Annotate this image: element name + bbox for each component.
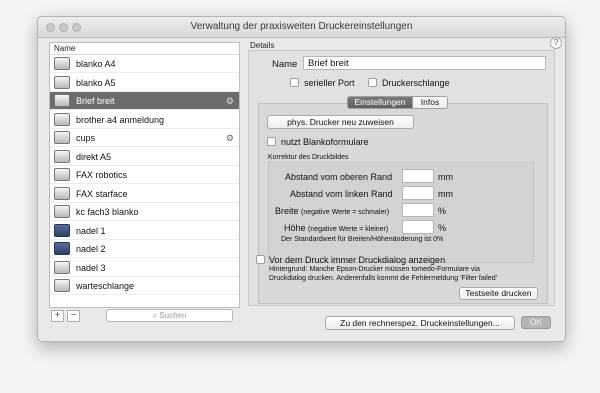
computer-settings-button[interactable]: Zu den rechnerspez. Druckeinstellungen..… bbox=[325, 316, 515, 330]
list-item[interactable]: warteschlange bbox=[50, 277, 239, 295]
help-button[interactable]: ? bbox=[550, 37, 562, 49]
list-header-name[interactable]: Name bbox=[50, 43, 239, 55]
list-item[interactable]: FAX starface bbox=[50, 185, 239, 203]
serial-port-checkbox[interactable] bbox=[290, 78, 299, 87]
details-section-label: Details bbox=[250, 41, 275, 50]
list-item-label: cups bbox=[76, 133, 96, 143]
name-value: Brief breit bbox=[308, 58, 349, 69]
width-label: Breite bbox=[275, 206, 299, 216]
height-unit: % bbox=[438, 223, 447, 233]
list-item-label: Brief breit bbox=[76, 96, 115, 106]
assign-printer-button[interactable]: phys. Drucker neu zuweisen bbox=[267, 115, 414, 129]
printer-icon bbox=[54, 57, 70, 70]
printer-icon bbox=[54, 260, 70, 274]
list-item[interactable]: blanko A5 bbox=[50, 74, 239, 92]
search-icon: ⌕ bbox=[152, 311, 158, 320]
list-item-label: blanko A4 bbox=[76, 59, 116, 69]
printer-icon bbox=[54, 168, 70, 181]
main-window: Verwaltung der praxisweiten Druckereinst… bbox=[37, 16, 566, 342]
list-item[interactable]: kc fach3 blanko bbox=[50, 203, 239, 221]
list-item-label: blanko A5 bbox=[76, 77, 116, 88]
printer-icon bbox=[54, 205, 70, 218]
width-field[interactable] bbox=[402, 203, 434, 217]
list-item[interactable]: nadel 1 bbox=[50, 222, 239, 240]
height-label-group: Höhe (negative Werte = kleiner) bbox=[284, 223, 388, 233]
correction-title: Korrektur des Druckbildes bbox=[268, 154, 349, 161]
list-item-label: nadel 3 bbox=[76, 262, 106, 273]
list-item-label: brother a4 anmeldung bbox=[76, 114, 165, 125]
list-item-label: FAX starface bbox=[76, 188, 128, 199]
list-item-label: FAX robotics bbox=[76, 170, 128, 180]
left-margin-unit: mm bbox=[438, 189, 453, 199]
blank-forms-label: nutzt Blankoformulare bbox=[281, 137, 369, 147]
ok-button[interactable]: OK bbox=[521, 316, 551, 329]
list-item[interactable]: nadel 3 bbox=[50, 259, 239, 277]
printer-queue-checkbox[interactable] bbox=[368, 78, 377, 87]
name-field[interactable]: Brief breit bbox=[303, 56, 546, 70]
printer-list: Name blanko A4 blanko A5 Brief breit ⚙ b… bbox=[49, 42, 240, 308]
printer-icon bbox=[54, 131, 70, 144]
list-item-label: nadel 2 bbox=[76, 244, 106, 254]
top-margin-label: Abstand vom oberen Rand bbox=[285, 172, 393, 182]
width-unit: % bbox=[438, 206, 447, 216]
list-item-selected[interactable]: Brief breit ⚙ bbox=[50, 92, 239, 110]
printer-icon bbox=[54, 223, 70, 237]
list-item[interactable]: cups ⚙ bbox=[50, 129, 239, 147]
top-margin-field[interactable] bbox=[402, 169, 434, 183]
top-margin-unit: mm bbox=[438, 172, 453, 182]
height-label: Höhe bbox=[284, 223, 306, 233]
list-item[interactable]: nadel 2 bbox=[50, 240, 239, 258]
list-item[interactable]: FAX robotics bbox=[50, 166, 239, 184]
printer-queue-label: Druckerschlange bbox=[382, 78, 450, 88]
height-hint: (negative Werte = kleiner) bbox=[308, 226, 389, 233]
printer-icon bbox=[54, 149, 70, 163]
width-hint: (negative Werte = schmaler) bbox=[301, 209, 390, 216]
printer-icon bbox=[54, 186, 70, 200]
gear-icon[interactable]: ⚙ bbox=[226, 96, 234, 107]
list-item[interactable]: blanko A4 bbox=[50, 55, 239, 73]
tab-infos[interactable]: Infos bbox=[412, 96, 448, 109]
list-item-label: warteschlange bbox=[76, 281, 135, 291]
printer-icon bbox=[54, 75, 70, 89]
search-placeholder: Suchen bbox=[159, 311, 187, 320]
printer-icon bbox=[54, 242, 70, 255]
background-note-line-2: Druckdialog drucken. Anderenfalls kommt … bbox=[269, 275, 497, 282]
show-dialog-checkbox[interactable] bbox=[256, 255, 265, 264]
title-bar: Verwaltung der praxisweiten Druckereinst… bbox=[38, 17, 565, 38]
show-dialog-label: Vor dem Druck immer Druckdialog anzeigen bbox=[269, 255, 446, 265]
printer-icon bbox=[54, 112, 70, 126]
blank-forms-checkbox[interactable] bbox=[267, 137, 276, 146]
printer-icon bbox=[54, 279, 70, 292]
list-item-label: kc fach3 blanko bbox=[76, 207, 139, 217]
height-field[interactable] bbox=[402, 220, 434, 234]
add-printer-button[interactable]: + bbox=[51, 310, 64, 322]
left-margin-label: Abstand vom linken Rand bbox=[290, 189, 393, 199]
list-item-label: direkt A5 bbox=[76, 151, 112, 162]
gear-icon[interactable]: ⚙ bbox=[226, 133, 234, 144]
serial-port-label: serieller Port bbox=[304, 78, 355, 88]
test-page-button[interactable]: Testseite drucken bbox=[459, 287, 538, 300]
search-input[interactable]: ⌕ Suchen bbox=[106, 309, 233, 322]
list-item-label: nadel 1 bbox=[76, 225, 106, 236]
width-label-group: Breite (negative Werte = schmaler) bbox=[275, 206, 389, 216]
background-note-line-1: Hintergrund: Manche Epson-Drucker müssen… bbox=[269, 266, 480, 273]
window-title: Verwaltung der praxisweiten Druckereinst… bbox=[190, 21, 413, 32]
remove-printer-button[interactable]: − bbox=[67, 310, 80, 322]
list-item[interactable]: direkt A5 bbox=[50, 148, 239, 166]
default-note: Der Standardwert für Breiten/Höhenänderu… bbox=[281, 236, 444, 243]
tab-einstellungen[interactable]: Einstellungen bbox=[347, 96, 413, 109]
left-margin-field[interactable] bbox=[402, 186, 434, 200]
name-label: Name bbox=[272, 59, 298, 70]
list-item[interactable]: brother a4 anmeldung bbox=[50, 111, 239, 129]
printer-icon bbox=[54, 94, 70, 107]
